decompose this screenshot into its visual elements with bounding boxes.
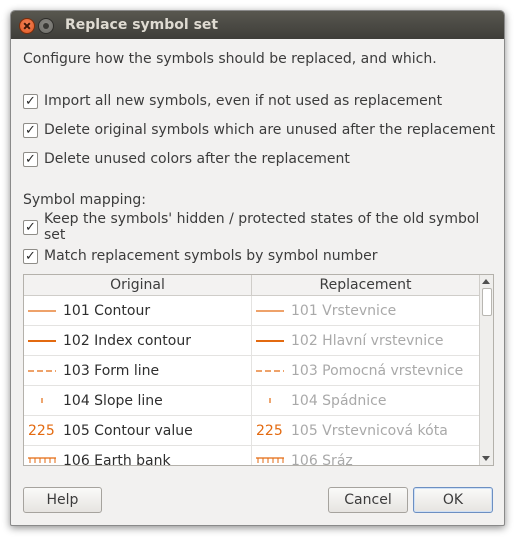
scroll-up-icon[interactable] [482,279,490,284]
table-row[interactable]: 106 Earth bank 106 Sráz [24,446,479,465]
dashed-line-symbol-icon [28,370,56,372]
close-window-icon[interactable] [19,18,35,34]
match-by-number-option[interactable]: ✓ Match replacement symbols by symbol nu… [23,247,378,265]
delete-original-symbols-label: Delete original symbols which are unused… [44,122,496,138]
replacement-symbol-cell[interactable]: 106 Sráz [252,446,479,465]
table-row[interactable]: 103 Form line 103 Pomocná vrstevnice [24,356,479,386]
replacement-symbol-cell[interactable]: 104 Spádnice [252,386,479,416]
table-vertical-scrollbar[interactable] [479,275,493,465]
slope-tick-symbol-icon [269,398,271,403]
keep-hidden-protected-checkbox[interactable]: ✓ [23,219,38,235]
cancel-button[interactable]: Cancel [328,487,408,513]
replacement-symbol-name: 101 Vrstevnice [291,303,397,319]
comb-line-symbol-icon [256,457,284,463]
column-header-replacement[interactable]: Replacement [252,275,479,295]
delete-unused-colors-option[interactable]: ✓ Delete unused colors after the replace… [23,150,350,168]
import-new-symbols-label: Import all new symbols, even if not used… [44,93,443,109]
table-row[interactable]: 104 Slope line 104 Spádnice [24,386,479,416]
dashed-line-symbol-icon [256,370,284,372]
table-row[interactable]: 102 Index contour 102 Hlavní vrstevnice [24,326,479,356]
delete-original-symbols-option[interactable]: ✓ Delete original symbols which are unus… [23,121,495,139]
original-symbol-name: 106 Earth bank [63,453,171,465]
help-button[interactable]: Help [23,487,102,513]
replace-symbol-set-dialog: Replace symbol set Configure how the sym… [10,10,505,526]
keep-hidden-protected-option[interactable]: ✓ Keep the symbols' hidden / protected s… [23,211,504,243]
replacement-symbol-name: 103 Pomocná vrstevnice [291,363,464,379]
replacement-symbol-name: 102 Hlavní vrstevnice [291,333,444,349]
delete-unused-colors-checkbox[interactable]: ✓ [23,151,38,167]
comb-line-symbol-icon [28,457,56,463]
replacement-symbol-cell[interactable]: 103 Pomocná vrstevnice [252,356,479,386]
table-body: 101 Contour 101 Vrstevnice 102 Index con… [24,296,479,465]
window-title: Replace symbol set [65,17,219,33]
slope-tick-symbol-icon [41,398,43,403]
solid-line-symbol-icon [28,310,56,312]
match-by-number-checkbox[interactable]: ✓ [23,248,38,264]
replacement-symbol-cell[interactable]: 225 105 Vrstevnicová kóta [252,416,479,446]
symbol-mapping-label: Symbol mapping: [23,192,146,208]
column-header-original[interactable]: Original [24,275,252,295]
text-symbol-icon: 225 [28,423,55,439]
original-symbol-name: 103 Form line [63,363,160,379]
original-symbol-name: 102 Index contour [63,333,191,349]
delete-original-symbols-checkbox[interactable]: ✓ [23,122,38,138]
original-symbol-cell[interactable]: 106 Earth bank [24,446,252,465]
import-new-symbols-checkbox[interactable]: ✓ [23,93,38,109]
original-symbol-name: 105 Contour value [63,423,193,439]
table-row[interactable]: 225 105 Contour value 225 105 Vrstevnico… [24,416,479,446]
original-symbol-name: 104 Slope line [63,393,163,409]
keep-hidden-protected-label: Keep the symbols' hidden / protected sta… [43,211,480,243]
text-symbol-icon: 225 [256,423,283,439]
replacement-symbol-cell[interactable]: 102 Hlavní vrstevnice [252,326,479,356]
replacement-symbol-name: 106 Sráz [291,453,353,465]
delete-unused-colors-label: Delete unused colors after the replaceme… [44,151,350,167]
original-symbol-cell[interactable]: 225 105 Contour value [24,416,252,446]
title-bar: Replace symbol set [11,11,504,39]
symbol-mapping-table[interactable]: Original Replacement 101 Contour 101 Vrs… [23,274,494,466]
original-symbol-cell[interactable]: 102 Index contour [24,326,252,356]
import-new-symbols-option[interactable]: ✓ Import all new symbols, even if not us… [23,92,442,110]
intro-text: Configure how the symbols should be repl… [23,51,437,67]
match-by-number-label: Match replacement symbols by symbol numb… [44,248,378,264]
table-header: Original Replacement [24,275,479,296]
replacement-symbol-name: 104 Spádnice [291,393,387,409]
scroll-down-icon[interactable] [482,456,490,461]
thick-line-symbol-icon [28,340,56,342]
original-symbol-cell[interactable]: 101 Contour [24,296,252,326]
table-row[interactable]: 101 Contour 101 Vrstevnice [24,296,479,326]
original-symbol-cell[interactable]: 103 Form line [24,356,252,386]
scrollbar-thumb[interactable] [482,288,492,316]
original-symbol-name: 101 Contour [63,303,151,319]
minimize-window-icon[interactable] [38,18,54,34]
original-symbol-cell[interactable]: 104 Slope line [24,386,252,416]
replacement-symbol-cell[interactable]: 101 Vrstevnice [252,296,479,326]
thick-line-symbol-icon [256,340,284,342]
replacement-symbol-name: 105 Vrstevnicová kóta [291,423,448,439]
solid-line-symbol-icon [256,310,284,312]
ok-button[interactable]: OK [413,487,493,513]
